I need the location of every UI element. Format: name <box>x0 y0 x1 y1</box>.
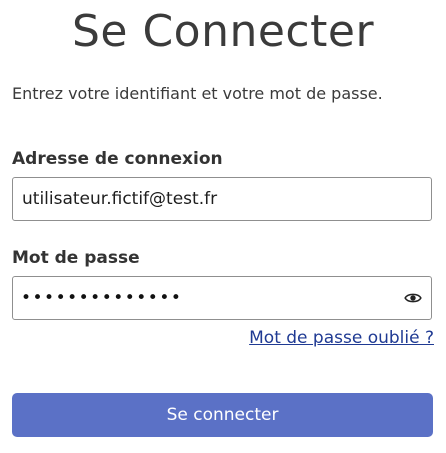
email-field[interactable]: utilisateur.fictif@test.fr <box>12 177 432 221</box>
intro-text: Entrez votre identifiant et votre mot de… <box>12 84 383 103</box>
forgot-password-link[interactable]: Mot de passe oublié ? <box>249 327 434 349</box>
eye-icon[interactable] <box>403 289 423 307</box>
email-label: Adresse de connexion <box>12 149 223 169</box>
email-value: utilisateur.fictif@test.fr <box>22 189 218 209</box>
password-label: Mot de passe <box>12 248 140 268</box>
login-button[interactable]: Se connecter <box>12 393 433 437</box>
page-title: Se Connecter <box>71 6 375 57</box>
password-field[interactable]: •••••••••••••• <box>12 276 432 320</box>
password-value: •••••••••••••• <box>21 288 183 308</box>
